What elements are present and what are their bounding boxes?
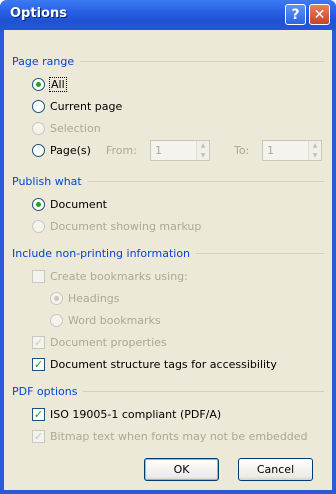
structure-tags-checkbox[interactable]: ✓ bbox=[32, 357, 45, 371]
page-range-heading: Page range bbox=[12, 54, 324, 68]
create-bookmarks-checkbox bbox=[32, 269, 45, 283]
radio-current-page[interactable]: Current page bbox=[32, 98, 122, 114]
checkbox-structure-tags[interactable]: ✓ Document structure tags for accessibil… bbox=[32, 356, 277, 372]
bitmap-text-label: Bitmap text when fonts may not be embedd… bbox=[50, 429, 308, 443]
ok-button-label: OK bbox=[173, 463, 190, 476]
radio-pages-label: Page(s) bbox=[50, 143, 91, 157]
ok-button[interactable]: OK bbox=[144, 458, 219, 481]
radio-all-circle[interactable] bbox=[32, 77, 45, 91]
iso-checkbox[interactable]: ✓ bbox=[32, 407, 45, 421]
create-bookmarks-label: Create bookmarks using: bbox=[50, 269, 188, 283]
options-dialog: Options ? ✕ Page range All Current page … bbox=[0, 0, 336, 494]
document-properties-label: Document properties bbox=[50, 335, 167, 349]
radio-selection-label: Selection bbox=[50, 121, 101, 135]
radio-document-label: Document bbox=[50, 197, 107, 211]
from-spinner: 1 ▲ ▼ bbox=[150, 140, 210, 161]
pdf-options-heading: PDF options bbox=[12, 384, 324, 398]
divider bbox=[196, 252, 324, 254]
divider bbox=[83, 390, 324, 392]
radio-all-label: All bbox=[49, 76, 67, 92]
non-printing-heading: Include non-printing information bbox=[12, 246, 324, 260]
dialog-title: Options bbox=[10, 6, 67, 21]
question-mark-icon: ? bbox=[291, 6, 300, 23]
radio-document[interactable]: Document bbox=[32, 196, 107, 212]
radio-current-page-circle[interactable] bbox=[32, 99, 45, 113]
checkbox-bitmap-text: ✓ Bitmap text when fonts may not be embe… bbox=[32, 428, 308, 444]
spin-down-icon: ▼ bbox=[197, 150, 209, 160]
dialog-body: Page range All Current page Selection Pa… bbox=[4, 30, 332, 490]
checkbox-create-bookmarks: Create bookmarks using: bbox=[32, 268, 188, 284]
radio-pages-circle[interactable] bbox=[32, 143, 45, 157]
structure-tags-label: Document structure tags for accessibilit… bbox=[50, 357, 277, 371]
radio-selection: Selection bbox=[32, 120, 101, 136]
radio-word-bookmarks-circle bbox=[50, 313, 63, 327]
radio-word-bookmarks-label: Word bookmarks bbox=[68, 313, 161, 327]
non-printing-label: Include non-printing information bbox=[12, 246, 191, 260]
radio-pages[interactable]: Page(s) bbox=[32, 142, 91, 158]
checkbox-document-properties: ✓ Document properties bbox=[32, 334, 167, 350]
divider bbox=[87, 180, 324, 182]
divider bbox=[80, 60, 324, 62]
cancel-button-label: Cancel bbox=[256, 463, 295, 476]
spin-down-icon: ▼ bbox=[309, 150, 321, 160]
radio-word-bookmarks: Word bookmarks bbox=[50, 312, 161, 328]
cancel-button[interactable]: Cancel bbox=[238, 458, 313, 481]
to-spinner: 1 ▲ ▼ bbox=[262, 140, 322, 161]
radio-headings-circle bbox=[50, 291, 63, 305]
help-button[interactable]: ? bbox=[285, 4, 306, 25]
from-label: From: bbox=[106, 144, 137, 157]
radio-document-markup: Document showing markup bbox=[32, 218, 201, 234]
radio-current-page-label: Current page bbox=[50, 99, 123, 113]
to-value: 1 bbox=[267, 144, 274, 157]
radio-all[interactable]: All bbox=[32, 76, 67, 92]
to-spin-arrows: ▲ ▼ bbox=[308, 141, 321, 160]
radio-document-markup-circle bbox=[32, 219, 45, 233]
publish-what-label: Publish what bbox=[12, 174, 82, 188]
to-label: To: bbox=[234, 144, 250, 157]
checkbox-iso[interactable]: ✓ ISO 19005-1 compliant (PDF/A) bbox=[32, 406, 221, 422]
radio-document-markup-label: Document showing markup bbox=[50, 219, 202, 233]
pdf-options-label: PDF options bbox=[12, 384, 78, 398]
document-properties-checkbox: ✓ bbox=[32, 335, 45, 349]
spin-up-icon: ▲ bbox=[309, 141, 321, 151]
spin-up-icon: ▲ bbox=[197, 141, 209, 151]
iso-label: ISO 19005-1 compliant (PDF/A) bbox=[50, 407, 222, 421]
from-spin-arrows: ▲ ▼ bbox=[196, 141, 209, 160]
page-range-label: Page range bbox=[12, 54, 75, 68]
bitmap-text-checkbox: ✓ bbox=[32, 429, 45, 443]
radio-headings-label: Headings bbox=[68, 291, 120, 305]
radio-selection-circle bbox=[32, 121, 45, 135]
title-bar[interactable]: Options ? ✕ bbox=[0, 0, 336, 30]
close-icon: ✕ bbox=[313, 6, 326, 23]
radio-document-circle[interactable] bbox=[32, 197, 45, 211]
radio-headings: Headings bbox=[50, 290, 120, 306]
from-value: 1 bbox=[155, 144, 162, 157]
publish-what-heading: Publish what bbox=[12, 174, 324, 188]
close-button[interactable]: ✕ bbox=[309, 4, 330, 25]
